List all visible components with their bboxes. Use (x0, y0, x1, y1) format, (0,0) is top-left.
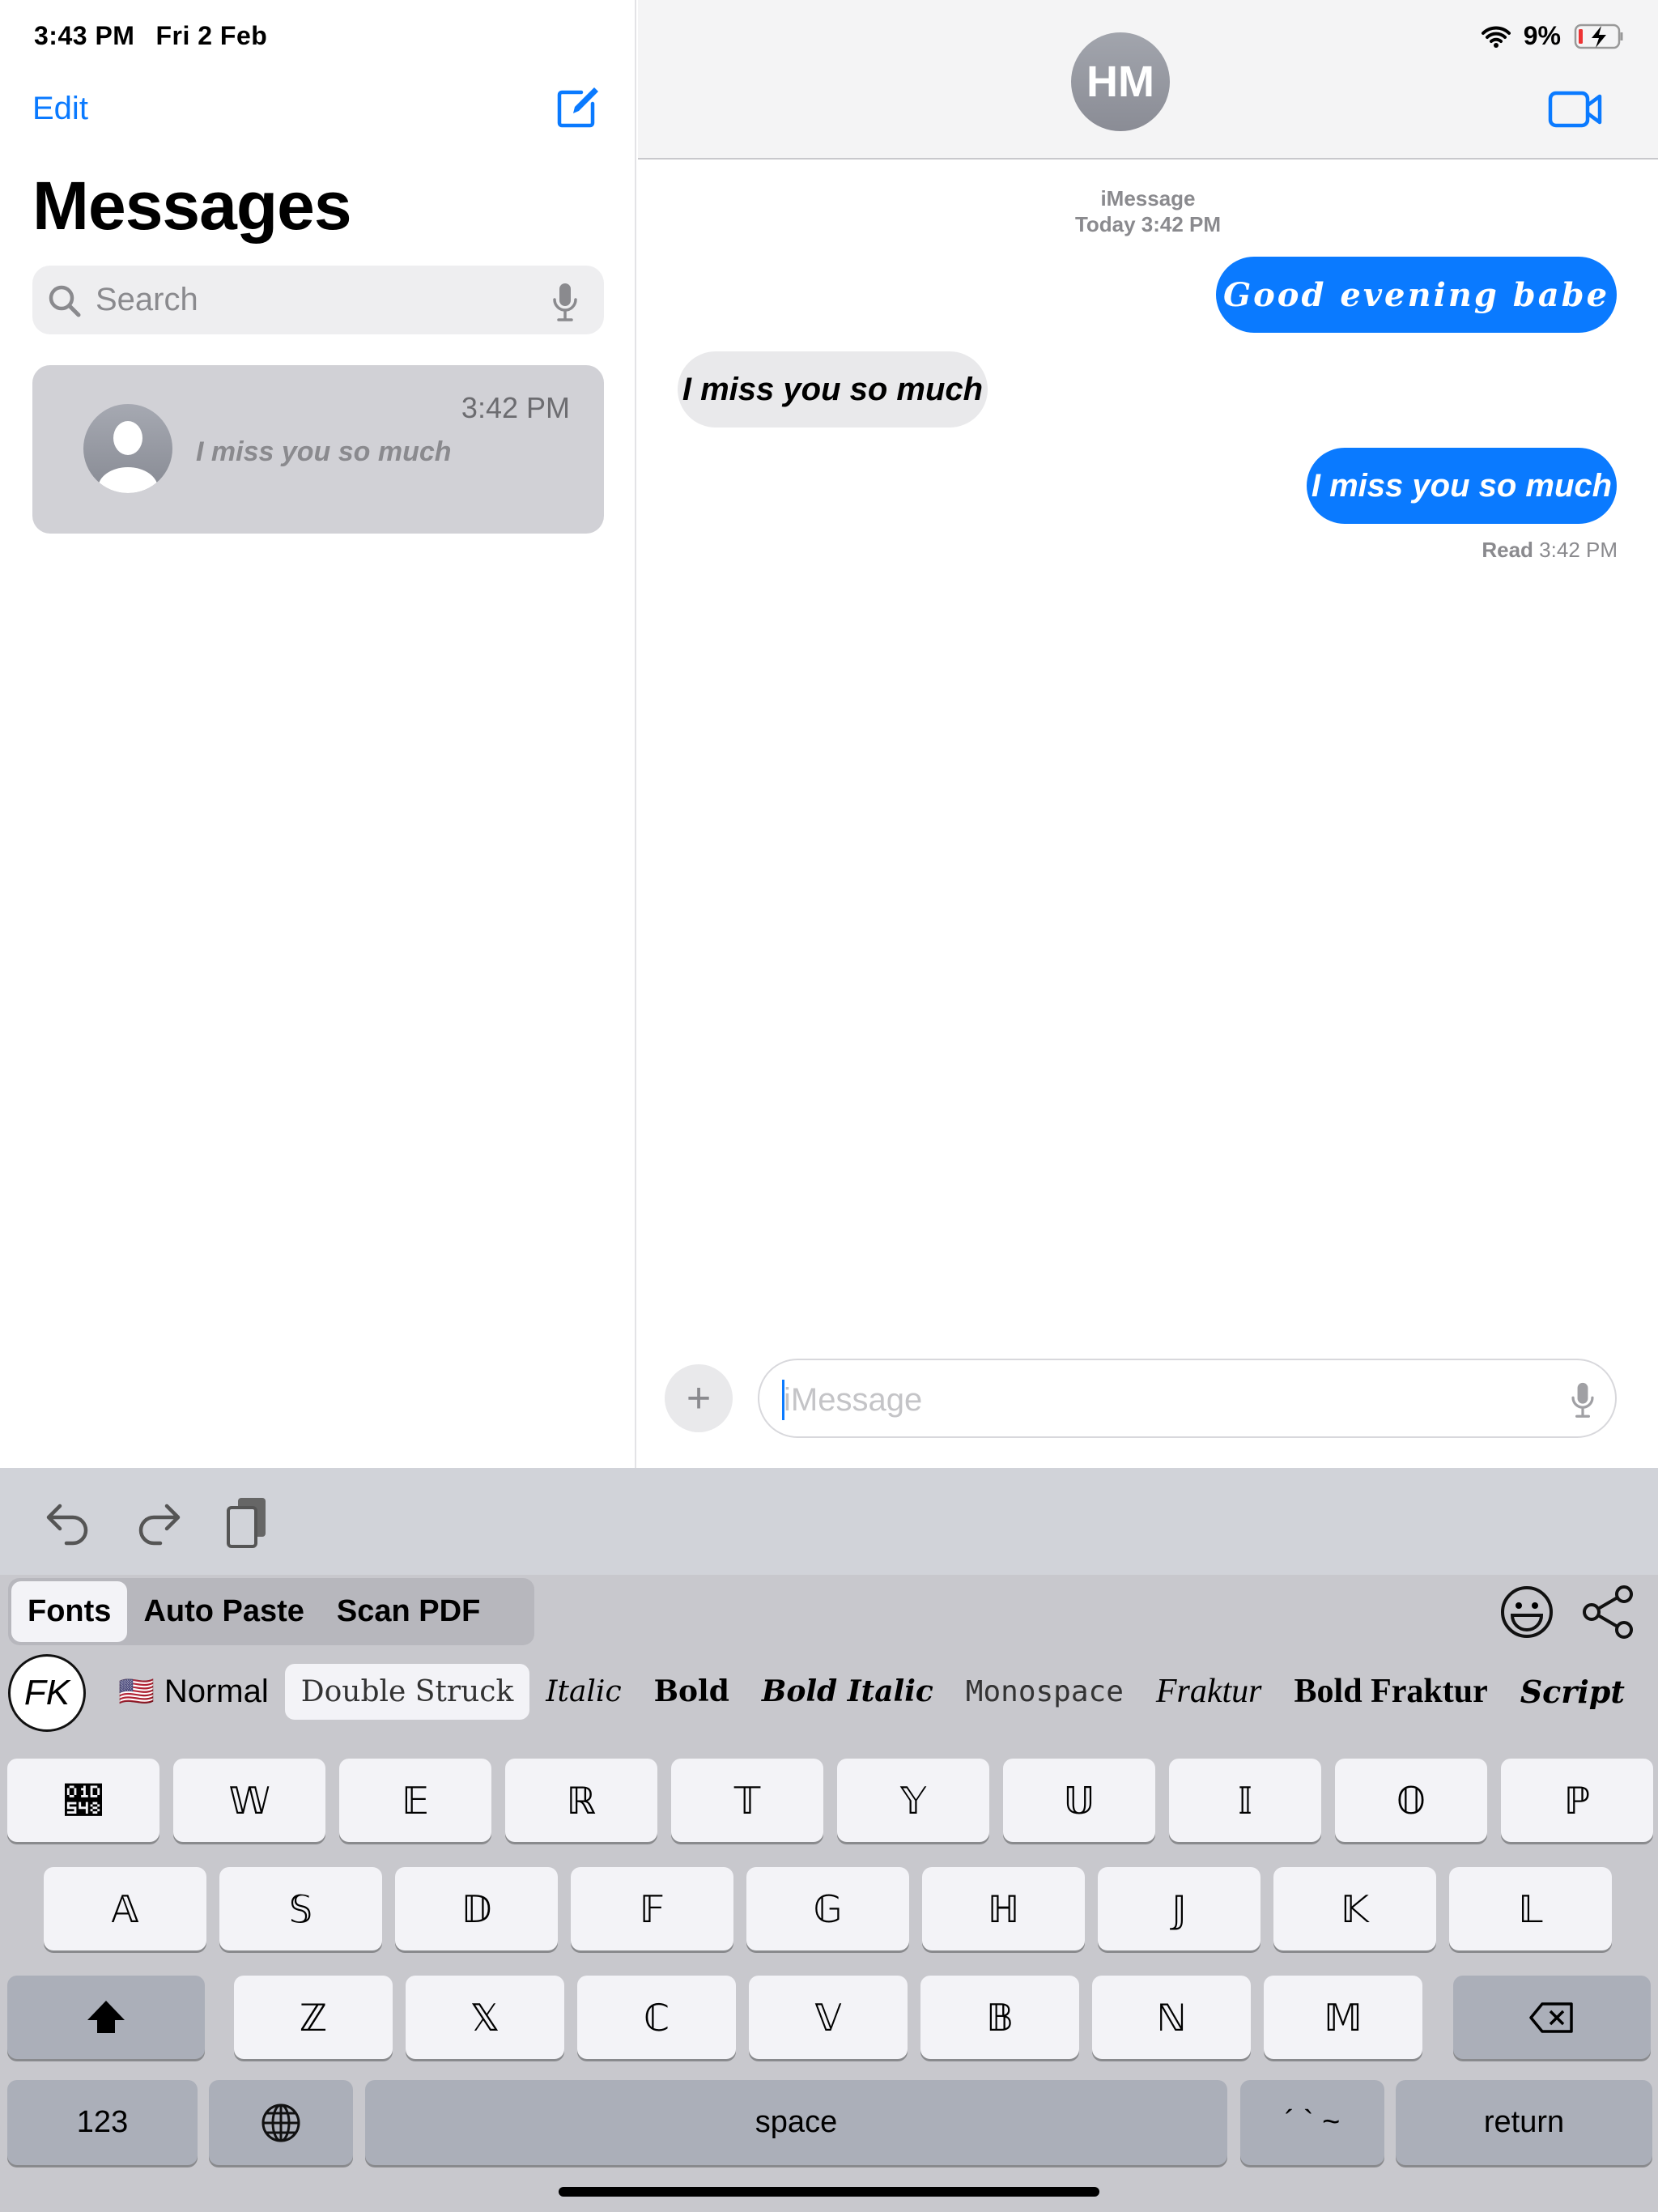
message-input[interactable]: iMessage (758, 1359, 1617, 1438)
share-icon[interactable] (1580, 1585, 1637, 1640)
key-letter[interactable]: ℍ (922, 1867, 1085, 1950)
microphone-icon[interactable] (551, 282, 580, 322)
backspace-icon (1529, 2001, 1573, 2033)
page-title: Messages (32, 168, 352, 244)
key-letter[interactable]: 𝔾 (746, 1867, 909, 1950)
wifi-icon (1481, 26, 1511, 48)
message-bubble-outgoing[interactable]: I miss you so much (1307, 448, 1617, 524)
search-icon (49, 285, 81, 317)
numbers-key[interactable]: 123 (7, 2080, 198, 2165)
message-bubble-incoming[interactable]: I miss you so much (678, 351, 988, 428)
key-letter[interactable]: 𝕁 (1098, 1867, 1261, 1950)
video-call-icon[interactable] (1548, 91, 1603, 128)
read-receipt: Read 3:42 PM (1482, 538, 1618, 563)
font-fraktur[interactable]: Fraktur (1140, 1661, 1278, 1722)
contact-avatar-icon (83, 404, 172, 493)
tab-fonts[interactable]: Fonts (11, 1581, 128, 1642)
edit-button[interactable]: Edit (32, 91, 88, 127)
emoji-icon[interactable] (1499, 1585, 1554, 1640)
key-letter[interactable]: 𝕐 (837, 1759, 989, 1842)
key-letter[interactable]: 𝔼 (339, 1759, 491, 1842)
key-letter[interactable]: 𝕌 (1003, 1759, 1155, 1842)
key-letter[interactable]: 𝕃 (1449, 1867, 1612, 1950)
read-label: Read (1482, 538, 1533, 562)
search-input[interactable]: Search (32, 266, 604, 334)
key-letter[interactable]: 𝕋 (671, 1759, 823, 1842)
globe-key[interactable] (209, 2080, 353, 2165)
search-placeholder: Search (96, 282, 198, 317)
conversation-list-item[interactable]: 3:42 PM I miss you so much (32, 365, 604, 534)
key-letter[interactable]: 𝔸 (44, 1867, 206, 1950)
read-time: 3:42 PM (1539, 538, 1618, 562)
accents-key[interactable]: ´ ` ~ (1240, 2080, 1384, 2165)
status-date: Fri 2 Feb (155, 21, 268, 50)
home-indicator (559, 2187, 1099, 2197)
flag-icon: 🇺🇸 (118, 1674, 155, 1708)
apps-plus-button[interactable]: + (665, 1364, 733, 1432)
chat-timestamp: Today 3:42 PM (1074, 212, 1222, 236)
tab-scan-pdf[interactable]: Scan PDF (321, 1581, 496, 1642)
key-letter[interactable]: 𝕆 (1335, 1759, 1487, 1842)
key-letter[interactable]: ℂ (577, 1976, 736, 2059)
shift-icon (87, 2000, 125, 2033)
message-bubble-outgoing[interactable]: Good evening babe (1216, 257, 1617, 333)
key-letter[interactable]: 𝕈 (7, 1759, 159, 1842)
font-script[interactable]: Script (1504, 1662, 1641, 1721)
font-bold-italic[interactable]: Bold Italic (746, 1663, 950, 1720)
font-more[interactable]: W (1641, 1662, 1658, 1721)
space-key[interactable]: space (365, 2080, 1227, 2165)
key-letter[interactable]: 𝕂 (1273, 1867, 1436, 1950)
key-letter[interactable]: ℙ (1501, 1759, 1653, 1842)
font-bold[interactable]: Bold (638, 1663, 746, 1720)
key-letter[interactable]: 𝔽 (571, 1867, 733, 1950)
font-double-struck[interactable]: Double Struck (284, 1663, 530, 1720)
conversation-time: 3:42 PM (461, 391, 570, 424)
keyboard-tabs: Fonts Auto Paste Scan PDF (8, 1578, 534, 1645)
redo-icon[interactable] (134, 1495, 183, 1548)
shift-key[interactable] (7, 1976, 205, 2059)
status-time: 3:43 PM (34, 21, 135, 50)
contact-avatar[interactable]: HM (1071, 32, 1170, 131)
key-letter[interactable]: 𝕊 (219, 1867, 382, 1950)
battery-percent: 9% (1523, 21, 1561, 50)
key-letter[interactable]: 𝔹 (920, 1976, 1079, 2059)
status-bar-right: 9% (1481, 21, 1626, 51)
key-letter[interactable]: ℝ (505, 1759, 657, 1842)
tab-auto-paste[interactable]: Auto Paste (127, 1581, 320, 1642)
service-label: iMessage (1100, 186, 1196, 211)
key-letter[interactable]: 𝕍 (749, 1976, 908, 2059)
font-normal[interactable]: Normal (161, 1662, 285, 1721)
font-italic[interactable]: Italic (529, 1664, 637, 1720)
font-monospace[interactable]: Monospace (950, 1664, 1140, 1720)
conversation-preview: I miss you so much (196, 436, 452, 467)
return-key[interactable]: return (1396, 2080, 1652, 2165)
globe-icon (261, 2104, 300, 2142)
undo-icon[interactable] (44, 1495, 92, 1548)
key-letter[interactable]: 𝕎 (173, 1759, 325, 1842)
key-letter[interactable]: 𝔻 (395, 1867, 558, 1950)
battery-charging-icon (1574, 23, 1623, 49)
font-bold-fraktur[interactable]: Bold Fraktur (1278, 1661, 1504, 1722)
key-letter[interactable]: ℤ (234, 1976, 393, 2059)
status-bar-left: 3:43 PM Fri 2 Feb (34, 21, 288, 51)
key-letter[interactable]: 𝕄 (1264, 1976, 1422, 2059)
dictation-icon[interactable] (1569, 1381, 1596, 1419)
backspace-key[interactable] (1453, 1976, 1651, 2059)
compose-icon[interactable] (555, 84, 601, 130)
clipboard-icon[interactable] (223, 1495, 272, 1548)
fk-logo[interactable]: FK (8, 1654, 86, 1732)
message-input-placeholder: iMessage (784, 1382, 923, 1418)
key-letter[interactable]: 𝕀 (1169, 1759, 1321, 1842)
font-style-row: FK 🇺🇸 Normal Double Struck Italic Bold B… (0, 1654, 1658, 1732)
key-letter[interactable]: 𝕏 (406, 1976, 564, 2059)
key-letter[interactable]: ℕ (1092, 1976, 1251, 2059)
